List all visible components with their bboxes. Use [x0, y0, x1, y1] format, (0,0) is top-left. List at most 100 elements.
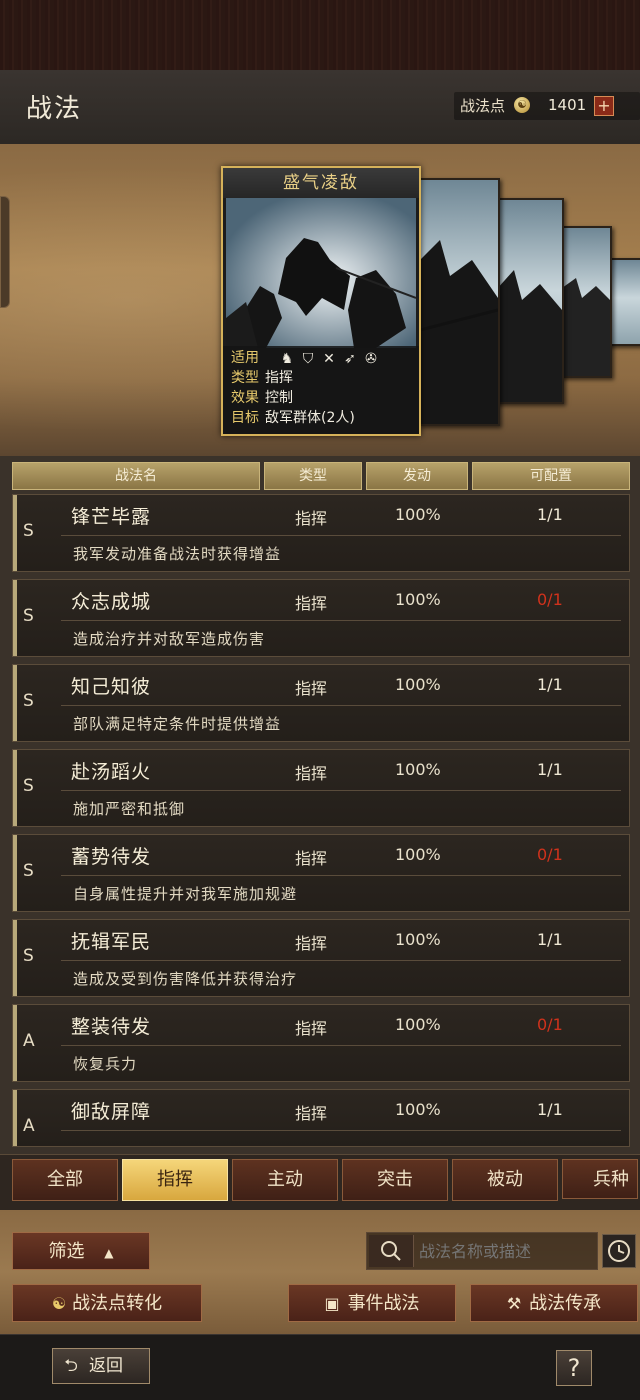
- event-tactics-button[interactable]: ▣ 事件战法: [288, 1284, 456, 1322]
- effect-value: 控制: [265, 390, 293, 406]
- tactic-trigger-rate: 100%: [395, 1100, 441, 1119]
- tab-command[interactable]: 指挥: [122, 1159, 228, 1201]
- coin-icon: ☯: [51, 1294, 67, 1313]
- tactic-desc: 造成及受到伤害降低并获得治疗: [73, 970, 298, 988]
- table-row[interactable]: S 锋芒毕露 指挥 100% 1/1 我军发动准备战法时获得增益: [12, 494, 630, 572]
- table-row[interactable]: S 众志成城 指挥 100% 0/1 造成治疗并对敌军造成伤害: [12, 579, 630, 657]
- grade-label: S: [23, 691, 34, 711]
- history-clock-icon[interactable]: [602, 1234, 636, 1268]
- col-header-config[interactable]: 可配置: [472, 462, 630, 490]
- table-row[interactable]: A 御敌屏障 指挥 100% 1/1: [12, 1089, 630, 1147]
- table-row[interactable]: S 赴汤蹈火 指挥 100% 1/1 施加严密和抵御: [12, 749, 630, 827]
- card-row-type: 类型 指挥: [231, 368, 293, 388]
- featured-tactic-card[interactable]: 盛气凌敌 适用 ♞⛉✕➶✇ 类型指挥 效果控制 目标敌军群体(2人: [221, 166, 421, 436]
- card-row-target: 目标 敌军群体(2人): [231, 408, 355, 428]
- card-artwork: [226, 198, 417, 348]
- points-label: 战法点: [460, 97, 506, 115]
- chevron-up-icon: ▲: [104, 1246, 114, 1260]
- tactic-name: 知己知彼: [71, 676, 152, 698]
- col-header-name[interactable]: 战法名: [12, 462, 260, 490]
- chariot-icon: ✇: [365, 351, 377, 367]
- target-value: 敌军群体(2人): [265, 410, 355, 426]
- table-row[interactable]: S 抚辑军民 指挥 100% 1/1 造成及受到伤害降低并获得治疗: [12, 919, 630, 997]
- tactic-type: 指挥: [295, 1104, 328, 1123]
- grade-label: S: [23, 861, 34, 881]
- event-label: 事件战法: [347, 1293, 420, 1314]
- tactic-type: 指挥: [295, 764, 328, 783]
- tactic-name: 众志成城: [71, 591, 152, 613]
- help-button[interactable]: ?: [556, 1350, 592, 1386]
- tactic-trigger-rate: 100%: [395, 845, 441, 864]
- table-row[interactable]: S 蓄势待发 指挥 100% 0/1 自身属性提升并对我军施加规避: [12, 834, 630, 912]
- convert-label: 战法点转化: [72, 1293, 163, 1314]
- grade-label: S: [23, 521, 34, 541]
- back-label: 返回: [89, 1356, 123, 1376]
- grade-label: S: [23, 606, 34, 626]
- type-value: 指挥: [265, 370, 293, 386]
- tactic-desc: 我军发动准备战法时获得增益: [73, 545, 282, 563]
- tab-active[interactable]: 主动: [232, 1159, 338, 1201]
- inherit-tactics-button[interactable]: ⚒ 战法传承: [470, 1284, 638, 1322]
- bow-icon: ✕: [323, 351, 335, 367]
- header: 战法 战法点 ☯ 1401 +: [0, 70, 640, 145]
- back-button[interactable]: ⮌ 返回: [52, 1348, 150, 1384]
- card-back-5[interactable]: [608, 258, 640, 346]
- tactic-trigger-rate: 100%: [395, 1015, 441, 1034]
- add-points-button[interactable]: +: [594, 96, 614, 116]
- card-back-4[interactable]: [560, 226, 612, 378]
- points-value: 1401: [548, 96, 587, 114]
- tactic-name: 锋芒毕露: [71, 506, 152, 528]
- search-input[interactable]: [419, 1236, 591, 1266]
- table-row[interactable]: A 整装待发 指挥 100% 0/1 恢复兵力: [12, 1004, 630, 1082]
- col-header-type[interactable]: 类型: [264, 462, 362, 490]
- tactics-screen: 战法 战法点 ☯ 1401 + 盛气凌敌 适用 ♞ ⛉ ✕ ➶ ✇ 类型 指挥 …: [0, 0, 640, 1400]
- applies-key: 适用: [231, 350, 259, 366]
- table-row[interactable]: S 知己知彼 指挥 100% 1/1 部队满足特定条件时提供增益: [12, 664, 630, 742]
- hammer-icon: ⚒: [506, 1294, 522, 1313]
- tactic-type: 指挥: [295, 1019, 328, 1038]
- back-arrow-icon: ⮌: [64, 1356, 78, 1376]
- effect-key: 效果: [231, 390, 259, 406]
- tactic-name: 抚辑军民: [71, 931, 152, 953]
- tactic-trigger-rate: 100%: [395, 505, 441, 524]
- tactic-desc: 部队满足特定条件时提供增益: [73, 715, 282, 733]
- filter-button[interactable]: 筛选 ▲: [12, 1232, 150, 1270]
- tactic-trigger-rate: 100%: [395, 675, 441, 694]
- coin-icon: ☯: [514, 97, 530, 113]
- tactic-type: 指挥: [295, 679, 328, 698]
- tactic-points-panel: 战法点 ☯ 1401 +: [454, 92, 640, 120]
- tab-all[interactable]: 全部: [12, 1159, 118, 1201]
- tactic-desc: 造成治疗并对敌军造成伤害: [73, 630, 266, 648]
- search-icon[interactable]: [369, 1235, 414, 1267]
- target-key: 目标: [231, 410, 259, 426]
- side-drawer-handle[interactable]: [0, 196, 10, 308]
- tactic-type: 指挥: [295, 509, 328, 528]
- tactic-config: 1/1: [537, 675, 563, 694]
- card-back-2[interactable]: [418, 178, 500, 426]
- tactic-type: 指挥: [295, 849, 328, 868]
- search-box[interactable]: [366, 1232, 598, 1270]
- tab-troop[interactable]: 兵种: [562, 1159, 638, 1199]
- tactic-config: 1/1: [537, 1100, 563, 1119]
- col-header-trigger[interactable]: 发动: [366, 462, 468, 490]
- top-decor-bar: [0, 0, 640, 72]
- tactic-name: 蓄势待发: [71, 846, 152, 868]
- tactic-config: 0/1: [537, 1015, 563, 1034]
- tactic-desc: 施加严密和抵御: [73, 800, 186, 818]
- grade-label: S: [23, 946, 34, 966]
- tab-assault[interactable]: 突击: [342, 1159, 448, 1201]
- tactic-desc: 恢复兵力: [73, 1055, 138, 1073]
- card-row-effect: 效果 控制: [231, 388, 293, 408]
- scroll-icon: ▣: [324, 1294, 340, 1313]
- tactic-trigger-rate: 100%: [395, 930, 441, 949]
- tab-passive[interactable]: 被动: [452, 1159, 558, 1201]
- grade-label: A: [23, 1031, 35, 1051]
- tactic-config: 0/1: [537, 590, 563, 609]
- card-back-3[interactable]: [494, 198, 564, 404]
- convert-points-button[interactable]: ☯ 战法点转化: [12, 1284, 202, 1322]
- inherit-label: 战法传承: [529, 1293, 602, 1314]
- filter-tabs: 全部 指挥 主动 突击 被动 兵种: [0, 1154, 640, 1211]
- unit-type-icons: ♞ ⛉ ✕ ➶ ✇: [279, 348, 384, 367]
- tactic-config: 1/1: [537, 930, 563, 949]
- tactic-name: 赴汤蹈火: [71, 761, 152, 783]
